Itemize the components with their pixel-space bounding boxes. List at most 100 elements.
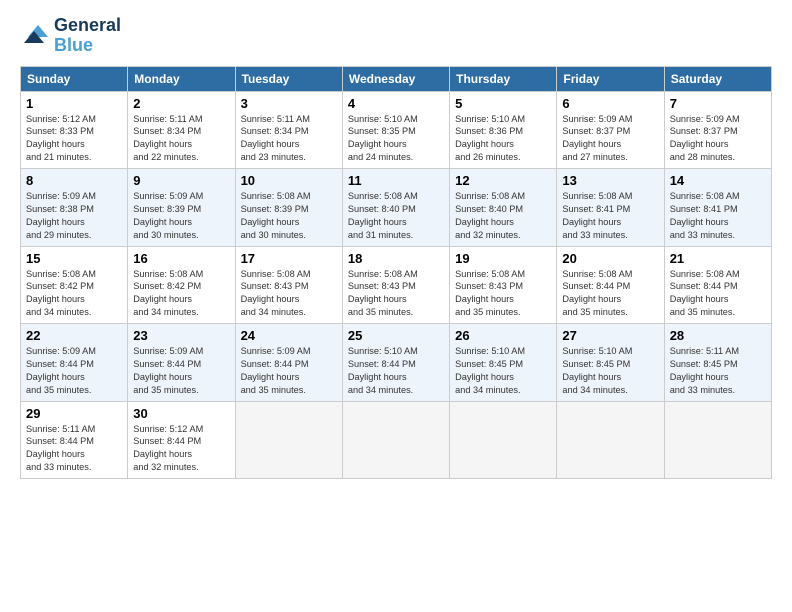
day-number: 8 [26,173,122,188]
calendar-cell: 4 Sunrise: 5:10 AM Sunset: 8:35 PM Dayli… [342,91,449,169]
day-number: 23 [133,328,229,343]
calendar-cell [342,401,449,479]
day-number: 2 [133,96,229,111]
calendar-cell: 26 Sunrise: 5:10 AM Sunset: 8:45 PM Dayl… [450,324,557,402]
day-info: Sunrise: 5:08 AM Sunset: 8:41 PM Dayligh… [562,190,658,242]
day-number: 25 [348,328,444,343]
calendar-cell: 1 Sunrise: 5:12 AM Sunset: 8:33 PM Dayli… [21,91,128,169]
day-info: Sunrise: 5:09 AM Sunset: 8:37 PM Dayligh… [562,113,658,165]
day-number: 9 [133,173,229,188]
day-header-saturday: Saturday [664,66,771,91]
day-header-friday: Friday [557,66,664,91]
day-number: 1 [26,96,122,111]
day-number: 5 [455,96,551,111]
calendar-cell [557,401,664,479]
calendar-cell: 29 Sunrise: 5:11 AM Sunset: 8:44 PM Dayl… [21,401,128,479]
day-header-monday: Monday [128,66,235,91]
calendar-cell: 18 Sunrise: 5:08 AM Sunset: 8:43 PM Dayl… [342,246,449,324]
calendar-cell: 2 Sunrise: 5:11 AM Sunset: 8:34 PM Dayli… [128,91,235,169]
calendar-cell: 8 Sunrise: 5:09 AM Sunset: 8:38 PM Dayli… [21,169,128,247]
calendar-cell: 24 Sunrise: 5:09 AM Sunset: 8:44 PM Dayl… [235,324,342,402]
day-header-wednesday: Wednesday [342,66,449,91]
day-number: 27 [562,328,658,343]
day-info: Sunrise: 5:12 AM Sunset: 8:33 PM Dayligh… [26,113,122,165]
day-number: 15 [26,251,122,266]
day-info: Sunrise: 5:12 AM Sunset: 8:44 PM Dayligh… [133,423,229,475]
day-number: 16 [133,251,229,266]
calendar-cell: 14 Sunrise: 5:08 AM Sunset: 8:41 PM Dayl… [664,169,771,247]
calendar-cell: 19 Sunrise: 5:08 AM Sunset: 8:43 PM Dayl… [450,246,557,324]
day-info: Sunrise: 5:09 AM Sunset: 8:38 PM Dayligh… [26,190,122,242]
day-info: Sunrise: 5:08 AM Sunset: 8:39 PM Dayligh… [241,190,337,242]
day-info: Sunrise: 5:08 AM Sunset: 8:43 PM Dayligh… [348,268,444,320]
calendar-cell: 30 Sunrise: 5:12 AM Sunset: 8:44 PM Dayl… [128,401,235,479]
calendar-cell: 21 Sunrise: 5:08 AM Sunset: 8:44 PM Dayl… [664,246,771,324]
calendar: SundayMondayTuesdayWednesdayThursdayFrid… [20,66,772,480]
calendar-cell: 7 Sunrise: 5:09 AM Sunset: 8:37 PM Dayli… [664,91,771,169]
day-info: Sunrise: 5:09 AM Sunset: 8:44 PM Dayligh… [133,345,229,397]
day-number: 14 [670,173,766,188]
day-info: Sunrise: 5:09 AM Sunset: 8:44 PM Dayligh… [241,345,337,397]
day-number: 22 [26,328,122,343]
day-number: 4 [348,96,444,111]
day-info: Sunrise: 5:09 AM Sunset: 8:39 PM Dayligh… [133,190,229,242]
day-info: Sunrise: 5:11 AM Sunset: 8:34 PM Dayligh… [133,113,229,165]
calendar-week-2: 8 Sunrise: 5:09 AM Sunset: 8:38 PM Dayli… [21,169,772,247]
calendar-header-row: SundayMondayTuesdayWednesdayThursdayFrid… [21,66,772,91]
day-info: Sunrise: 5:08 AM Sunset: 8:43 PM Dayligh… [455,268,551,320]
day-number: 19 [455,251,551,266]
day-number: 12 [455,173,551,188]
day-number: 30 [133,406,229,421]
day-number: 3 [241,96,337,111]
day-info: Sunrise: 5:08 AM Sunset: 8:44 PM Dayligh… [562,268,658,320]
day-info: Sunrise: 5:08 AM Sunset: 8:42 PM Dayligh… [133,268,229,320]
day-number: 10 [241,173,337,188]
day-info: Sunrise: 5:09 AM Sunset: 8:44 PM Dayligh… [26,345,122,397]
day-info: Sunrise: 5:09 AM Sunset: 8:37 PM Dayligh… [670,113,766,165]
day-info: Sunrise: 5:08 AM Sunset: 8:42 PM Dayligh… [26,268,122,320]
calendar-week-4: 22 Sunrise: 5:09 AM Sunset: 8:44 PM Dayl… [21,324,772,402]
day-header-thursday: Thursday [450,66,557,91]
day-number: 21 [670,251,766,266]
calendar-cell: 28 Sunrise: 5:11 AM Sunset: 8:45 PM Dayl… [664,324,771,402]
calendar-body: 1 Sunrise: 5:12 AM Sunset: 8:33 PM Dayli… [21,91,772,479]
day-number: 18 [348,251,444,266]
day-info: Sunrise: 5:10 AM Sunset: 8:45 PM Dayligh… [455,345,551,397]
day-info: Sunrise: 5:10 AM Sunset: 8:35 PM Dayligh… [348,113,444,165]
day-number: 13 [562,173,658,188]
calendar-cell: 23 Sunrise: 5:09 AM Sunset: 8:44 PM Dayl… [128,324,235,402]
day-info: Sunrise: 5:10 AM Sunset: 8:44 PM Dayligh… [348,345,444,397]
logo: General Blue [20,16,121,56]
calendar-cell: 22 Sunrise: 5:09 AM Sunset: 8:44 PM Dayl… [21,324,128,402]
day-info: Sunrise: 5:08 AM Sunset: 8:40 PM Dayligh… [455,190,551,242]
day-number: 28 [670,328,766,343]
day-number: 17 [241,251,337,266]
day-info: Sunrise: 5:08 AM Sunset: 8:43 PM Dayligh… [241,268,337,320]
calendar-cell: 27 Sunrise: 5:10 AM Sunset: 8:45 PM Dayl… [557,324,664,402]
calendar-cell: 5 Sunrise: 5:10 AM Sunset: 8:36 PM Dayli… [450,91,557,169]
logo-icon [20,21,50,51]
calendar-cell: 12 Sunrise: 5:08 AM Sunset: 8:40 PM Dayl… [450,169,557,247]
day-number: 29 [26,406,122,421]
calendar-cell: 3 Sunrise: 5:11 AM Sunset: 8:34 PM Dayli… [235,91,342,169]
day-header-sunday: Sunday [21,66,128,91]
calendar-cell [235,401,342,479]
day-header-tuesday: Tuesday [235,66,342,91]
day-info: Sunrise: 5:11 AM Sunset: 8:45 PM Dayligh… [670,345,766,397]
day-info: Sunrise: 5:08 AM Sunset: 8:40 PM Dayligh… [348,190,444,242]
calendar-cell [664,401,771,479]
day-info: Sunrise: 5:08 AM Sunset: 8:41 PM Dayligh… [670,190,766,242]
day-info: Sunrise: 5:11 AM Sunset: 8:44 PM Dayligh… [26,423,122,475]
day-info: Sunrise: 5:11 AM Sunset: 8:34 PM Dayligh… [241,113,337,165]
calendar-cell: 13 Sunrise: 5:08 AM Sunset: 8:41 PM Dayl… [557,169,664,247]
day-info: Sunrise: 5:10 AM Sunset: 8:45 PM Dayligh… [562,345,658,397]
page: General Blue SundayMondayTuesdayWednesda… [0,0,792,612]
calendar-week-3: 15 Sunrise: 5:08 AM Sunset: 8:42 PM Dayl… [21,246,772,324]
calendar-cell: 15 Sunrise: 5:08 AM Sunset: 8:42 PM Dayl… [21,246,128,324]
day-number: 11 [348,173,444,188]
day-info: Sunrise: 5:10 AM Sunset: 8:36 PM Dayligh… [455,113,551,165]
calendar-cell: 10 Sunrise: 5:08 AM Sunset: 8:39 PM Dayl… [235,169,342,247]
calendar-cell: 11 Sunrise: 5:08 AM Sunset: 8:40 PM Dayl… [342,169,449,247]
day-number: 6 [562,96,658,111]
day-info: Sunrise: 5:08 AM Sunset: 8:44 PM Dayligh… [670,268,766,320]
